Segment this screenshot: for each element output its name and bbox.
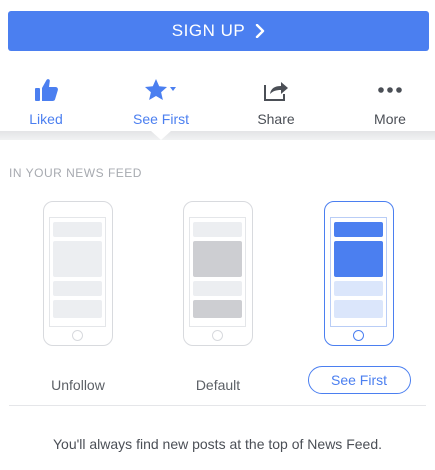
action-bar-divider [0,131,435,140]
see-first-button[interactable]: See First [123,65,199,131]
more-icon [377,75,403,105]
panel-divider [9,405,426,406]
share-button[interactable]: Share [238,65,314,131]
option-label-unfollow: Unfollow [51,377,105,393]
section-heading: IN YOUR NEWS FEED [9,166,142,180]
option-unfollow[interactable]: Unfollow [18,201,138,395]
option-pill-see-first[interactable]: See First [307,366,411,394]
option-see-first[interactable]: See First [299,201,419,394]
caret-down-icon [170,87,176,91]
phone-illustration-see-first [324,201,394,346]
see-first-pointer [151,131,171,140]
more-button[interactable]: More [352,65,428,131]
more-label: More [374,111,406,127]
see-first-label: See First [132,111,189,127]
phone-illustration-default [183,201,253,346]
liked-label: Liked [29,111,63,127]
news-feed-panel: IN YOUR NEWS FEED Unfollow Default See F… [0,140,435,470]
share-icon [262,75,290,105]
phone-illustration-unfollow [43,201,113,346]
page-action-bar: Liked See First Share More [0,65,435,131]
signup-label: SIGN UP [171,21,246,40]
signup-bar: SIGN UP [0,0,435,65]
info-text: You'll always find new posts at the top … [52,436,382,452]
option-default[interactable]: Default [158,201,278,395]
option-label-default: Default [195,377,241,393]
share-label: Share [257,111,295,127]
signup-button[interactable]: SIGN UP [8,11,429,51]
thumbs-up-icon [33,75,59,105]
liked-button[interactable]: Liked [8,65,84,131]
chevron-right-icon [256,24,265,38]
option-label-see-first: See First [330,372,387,388]
star-icon [143,75,179,105]
